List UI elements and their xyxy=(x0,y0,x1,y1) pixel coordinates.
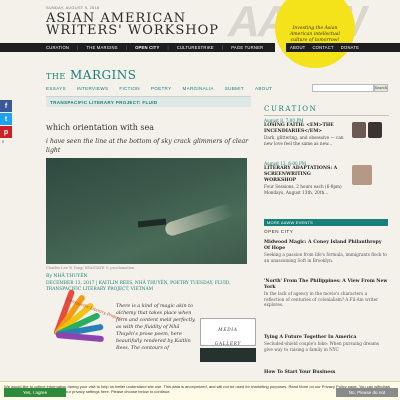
nav-page-turner[interactable]: PAGE TURNER xyxy=(231,45,263,50)
event-thumbnail[interactable] xyxy=(352,122,366,138)
media-gallery-box[interactable]: MEDIA GALLERY xyxy=(200,318,256,346)
event-thumbnail[interactable] xyxy=(352,165,372,185)
org-title[interactable]: ASIAN AMERICAN WRITERS' WORKSHOP xyxy=(46,12,220,38)
curation-divider xyxy=(264,115,389,116)
curation-heading: CURATION xyxy=(264,105,318,113)
twitter-share-icon[interactable]: t xyxy=(0,113,12,125)
open-city-title[interactable]: How To Start Your Business xyxy=(264,370,388,376)
nav-open-city[interactable]: OPEN CITY xyxy=(135,45,159,50)
open-city-desc: In the lack of agency in the movie's cha… xyxy=(264,291,379,308)
event-title[interactable]: LITERARY ADAPTATIONS: A SCREENWRITING WO… xyxy=(264,166,344,184)
breadcrumb-link[interactable]: TRANSPACIFIC LITERARY PROJECT: FLUID xyxy=(50,100,157,105)
nav-contact[interactable]: CONTACT xyxy=(312,45,333,50)
facebook-share-icon[interactable]: f xyxy=(0,100,12,112)
open-city-heading: OPEN CITY xyxy=(264,229,294,234)
main-nav: CURATION | THE MARGINS | OPEN CITY | CUL… xyxy=(0,43,275,52)
open-city-item[interactable]: How To Start Your Business xyxy=(264,370,388,376)
event-item[interactable]: August 13, 6:00 PM LITERARY ADAPTATIONS:… xyxy=(264,161,344,195)
media-gallery-thumbnail[interactable] xyxy=(200,348,256,362)
media-gallery-line1: MEDIA xyxy=(218,327,238,332)
open-city-desc: Secluded-shield couple's bike: When purs… xyxy=(264,341,380,352)
article-title: which orientation with sea xyxy=(46,123,155,132)
search-input[interactable] xyxy=(312,84,374,92)
margins-nav-submit[interactable]: SUBMIT xyxy=(225,86,244,91)
event-title[interactable]: LOSING FAITH: <EM>THE INCENDIARIES</EM> xyxy=(264,123,344,135)
cookie-accept-button[interactable]: Yes, I agree xyxy=(4,388,66,397)
boat xyxy=(137,218,167,228)
org-title-line2: WRITERS' WORKSHOP xyxy=(46,23,220,38)
margins-logo[interactable]: THE MARGINS xyxy=(46,68,137,82)
article-body: There is a kind of magic akin to alchemy… xyxy=(116,304,196,351)
margins-nav: ESSAYS INTERVIEWS FICTION POETRY MARGINA… xyxy=(46,86,272,91)
margins-nav-essays[interactable]: ESSAYS xyxy=(46,86,66,91)
open-city-title[interactable]: 'North' From The Philippines: A View Fro… xyxy=(264,279,388,291)
event-desc: Dark, glittering, and obsessive — can ne… xyxy=(264,135,344,146)
open-city-item[interactable]: 'North' From The Philippines: A View Fro… xyxy=(264,279,388,308)
open-city-item[interactable]: Tying A Future Together In America Seclu… xyxy=(264,335,388,352)
header-date: SUNDAY, AUGUST 5, 2018 xyxy=(46,5,100,10)
share-count: 0 xyxy=(2,139,5,144)
open-city-desc: Seeking a passion from life's formula, i… xyxy=(264,252,387,263)
tagline-badge: Investing the Asian American intellectua… xyxy=(275,0,355,68)
open-city-title[interactable]: Midwood Magic: A Coney Island Philanthro… xyxy=(264,240,388,252)
margins-nav-about[interactable]: ABOUT xyxy=(255,86,272,91)
nav-the-margins[interactable]: THE MARGINS xyxy=(86,45,117,50)
margins-nav-fiction[interactable]: FICTION xyxy=(119,86,139,91)
margins-nav-interviews[interactable]: INTERVIEWS xyxy=(77,86,109,91)
cookie-decline-button[interactable]: No, Please do not xyxy=(336,388,398,397)
open-city-item[interactable]: Midwood Magic: A Coney Island Philanthro… xyxy=(264,240,388,263)
article-meta[interactable]: DECEMBER 13, 2017 | KAITLIN REES, NHÃ TH… xyxy=(46,281,266,293)
article-subtitle: i have seen the line at the bottom of sk… xyxy=(46,138,249,154)
media-gallery-line2: GALLERY xyxy=(214,341,242,346)
event-thumbnail[interactable] xyxy=(368,122,382,138)
pinterest-share-icon[interactable]: p xyxy=(0,126,12,138)
breadcrumb: TRANSPACIFIC LITERARY PROJECT: FLUID xyxy=(46,96,251,107)
article-byline[interactable]: By NHÃ THUYÊN xyxy=(46,274,88,279)
event-item[interactable]: August 8, 7:00 PM LOSING FAITH: <EM>THE … xyxy=(264,118,344,146)
secondary-nav: ABOUT CONTACT DONATE xyxy=(286,43,400,52)
nav-curation[interactable]: CURATION xyxy=(46,45,69,50)
search-button[interactable]: Search xyxy=(374,84,388,92)
transpacific-logo: Transpacific Literary Project xyxy=(46,288,121,362)
image-caption: Charles Lee Yi Yong/ SEASTATE 9: proclam… xyxy=(46,266,135,270)
nav-donate[interactable]: DONATE xyxy=(341,45,359,50)
margins-logo-the: THE xyxy=(46,72,66,81)
logo-fan-stripe xyxy=(55,332,105,343)
boat-wake xyxy=(163,202,235,238)
tagline-text: Investing the Asian American intellectua… xyxy=(289,26,341,43)
margins-nav-poetry[interactable]: POETRY xyxy=(151,86,172,91)
margins-nav-marginalia[interactable]: MARGINALIA xyxy=(182,86,213,91)
margins-logo-main: MARGINS xyxy=(69,68,137,82)
event-desc: Four Sessions, 2 hours each (6-8pm) Mond… xyxy=(264,184,342,195)
nav-culturestrike[interactable]: CULTURESTRIKE xyxy=(177,45,214,50)
nav-about[interactable]: ABOUT xyxy=(290,45,305,50)
article-hero-image xyxy=(46,158,247,264)
more-events-button[interactable]: MORE AAWW EVENTS xyxy=(264,219,388,226)
